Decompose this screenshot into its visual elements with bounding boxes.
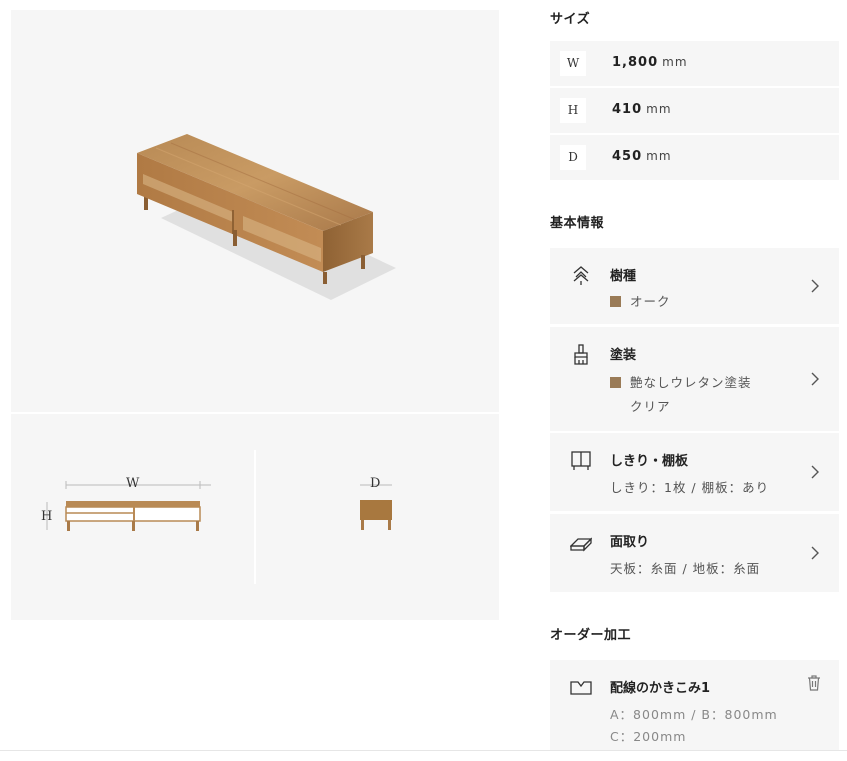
size-key: D [560,145,586,170]
depth-dimension-label: D [370,476,381,491]
wood-species-card[interactable]: 樹種 オーク [550,248,839,324]
card-title: 塗装 [610,348,637,363]
size-key: H [560,98,586,123]
order-section-title: オーダー加工 [550,628,632,643]
trash-icon[interactable] [807,675,821,691]
size-key: W [560,51,586,76]
card-value: C：200mm [610,729,687,744]
color-swatch [610,296,621,307]
tree-icon [570,264,592,286]
divider-shelf-card[interactable]: しきり・棚板 しきり：1枚 / 棚板：あり [550,433,839,511]
size-row-depth: D 450 mm [550,135,839,180]
size-section-title: サイズ [550,12,591,27]
card-title: 樹種 [610,269,637,284]
card-title: 配線のかきこみ1 [610,681,711,696]
size-value: 410 mm [612,102,672,117]
size-row-width: W 1,800 mm [550,41,839,86]
chevron-right-icon [809,544,821,562]
notch-icon [570,676,592,698]
card-title: 面取り [610,535,650,550]
shelf-icon [570,449,592,471]
card-value: 艶なしウレタン塗装 [610,372,752,391]
tv-board-3d-image [137,134,396,300]
brush-icon [570,343,592,365]
size-value: 1,800 mm [612,55,688,70]
panel-divider [254,450,256,584]
main-3d-view[interactable] [11,10,499,412]
chamfer-card[interactable]: 面取り 天板：糸面 / 地板：糸面 [550,514,839,592]
panel-divider [11,412,499,414]
card-value: A：800mm / B：800mm [610,707,778,722]
chevron-right-icon [809,370,821,388]
eraser-icon [569,530,593,552]
basic-info-section-title: 基本情報 [550,216,605,231]
chevron-right-icon [809,463,821,481]
page-divider [0,750,847,751]
card-value: 天板：糸面 / 地板：糸面 [610,561,761,576]
height-dimension-label: H [41,509,53,524]
card-value: クリア [630,399,671,414]
product-preview-panel: W H D [11,10,499,620]
finish-card[interactable]: 塗装 艶なしウレタン塗装 クリア [550,327,839,431]
chevron-right-icon [809,277,821,295]
card-value: しきり：1枚 / 棚板：あり [610,480,770,495]
size-value: 450 mm [612,149,672,164]
order-item-card[interactable]: 配線のかきこみ1 A：800mm / B：800mm C：200mm [550,660,839,750]
card-value: オーク [610,291,671,310]
card-title: しきり・棚板 [610,454,689,469]
color-swatch [610,377,621,388]
size-row-height: H 410 mm [550,88,839,133]
width-dimension-label: W [126,476,140,491]
